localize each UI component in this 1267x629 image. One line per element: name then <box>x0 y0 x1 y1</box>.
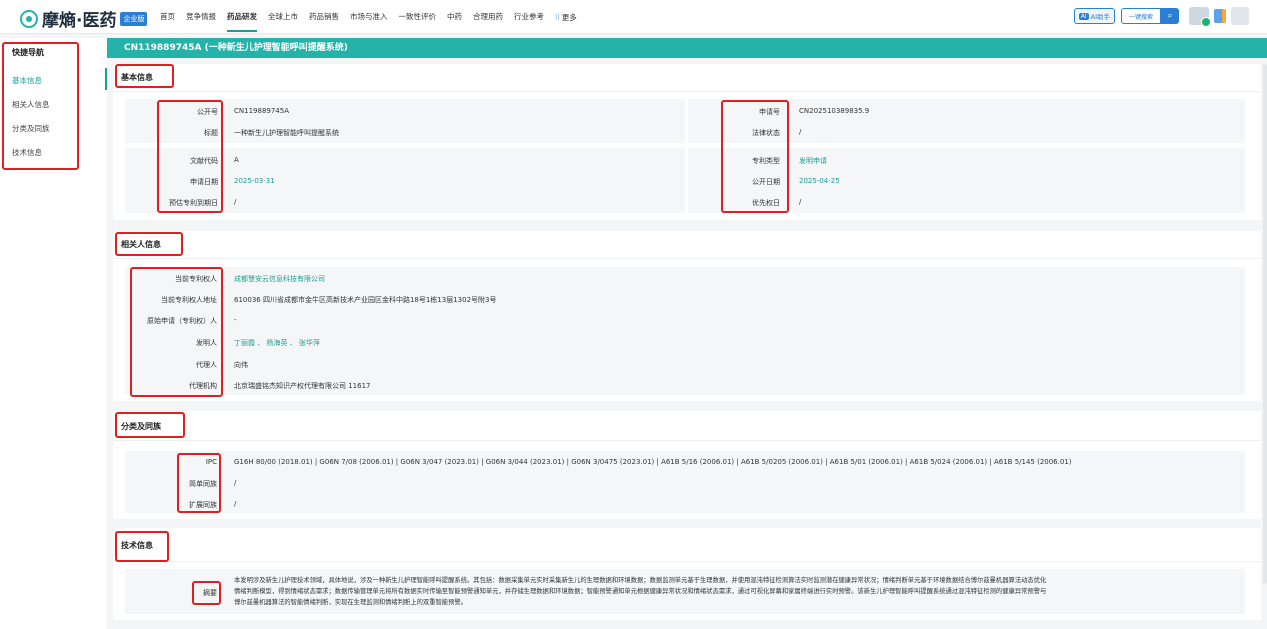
value-doc-code: A <box>234 156 239 164</box>
search-icon: ⌕ <box>1167 11 1173 21</box>
value-title: 一种新生儿护理智能呼叫提醒系统 <box>234 129 339 137</box>
ai-label: AI助手 <box>1090 13 1110 21</box>
nav-more[interactable]: ⁝⁝ 更多 <box>555 12 577 23</box>
top-bar: 摩熵·医药 企业版 首页 竞争情报 药品研发 全球上市 药品销售 市场与准入 一… <box>0 0 1267 34</box>
divider <box>113 440 1261 441</box>
section-heading-related: 相关人信息 <box>121 240 161 249</box>
edition-badge: 企业版 <box>120 11 148 26</box>
related-block <box>125 267 1245 395</box>
nav-item-rational[interactable]: 合理用药 <box>473 0 503 34</box>
sidebar-item-basic[interactable]: 基本信息 <box>12 75 42 86</box>
quick-nav-sidebar: 快捷导航 基本信息 相关人信息 分类及同族 技术信息 <box>0 38 107 629</box>
label-owner: 当前专利权人 <box>175 275 217 283</box>
scrollbar[interactable] <box>1263 64 1267 584</box>
value-inventors[interactable]: 丁丽霞 、 杨海英 、 张华萍 <box>234 338 320 348</box>
section-related: 相关人信息 当前专利权人 成都慧安云信息科技有限公司 当前专利权人地址 6100… <box>113 231 1261 401</box>
sidebar-item-classification[interactable]: 分类及同族 <box>12 123 50 134</box>
value-pub-date[interactable]: 2025-04-25 <box>799 177 840 185</box>
nav-item-consistency[interactable]: 一致性评价 <box>399 0 437 34</box>
value-apply-date[interactable]: 2025-03-31 <box>234 177 275 185</box>
sidebar-item-related[interactable]: 相关人信息 <box>12 99 50 110</box>
logo[interactable]: 摩熵·医药 企业版 <box>20 6 148 31</box>
quick-search-input[interactable]: 一键搜索 <box>1121 8 1161 24</box>
value-extended-family: / <box>234 500 237 508</box>
value-agent: 向伟 <box>234 361 248 369</box>
section-heading-basic: 基本信息 <box>121 73 153 82</box>
nav-item-rnd[interactable]: 药品研发 <box>227 0 257 34</box>
logo-icon <box>20 9 38 28</box>
nav-item-tcm[interactable]: 中药 <box>447 0 462 34</box>
divider <box>113 91 1261 92</box>
value-owner-address: 610036 四川省成都市金牛区高新技术产业园区金科中路18号1栋13层1302… <box>234 296 497 304</box>
grid-icon: ⁝⁝ <box>555 12 560 22</box>
value-expiry-date: / <box>234 198 237 206</box>
abstract-line-2: 情绪判断模型，得到情绪状态需求；数据传输管理单元将所有数据实时传输至智能预警通知… <box>234 588 1047 595</box>
label-pub-no: 公开号 <box>197 108 218 116</box>
top-actions: AI AI助手 一键搜索 ⌕ <box>1073 7 1249 27</box>
value-owner[interactable]: 成都慧安云信息科技有限公司 <box>234 274 325 284</box>
nav-item-home[interactable]: 首页 <box>160 0 175 34</box>
abstract-line-1: 本发明涉及新生儿护理技术领域，具体地说，涉及一种新生儿护理智能呼叫提醒系统。其包… <box>234 577 1047 584</box>
label-owner-address: 当前专利权人地址 <box>161 296 217 304</box>
value-simple-family: / <box>234 479 237 487</box>
value-pub-no: CN119889745A <box>234 107 289 115</box>
ai-assistant-button[interactable]: AI AI助手 <box>1073 8 1115 24</box>
active-indicator <box>105 68 107 90</box>
section-heading-classification: 分类及同族 <box>121 422 161 431</box>
value-patent-type[interactable]: 发明申请 <box>799 156 827 166</box>
search-button[interactable]: ⌕ <box>1161 8 1179 24</box>
divider <box>113 561 1261 562</box>
label-apply-date: 申请日期 <box>190 178 218 186</box>
value-agency: 北京瑞盛铭杰知识产权代理有限公司 11617 <box>234 382 371 390</box>
label-extended-family: 扩展同族 <box>189 501 217 509</box>
value-priority-date: / <box>799 198 802 206</box>
quick-nav-title: 快捷导航 <box>12 48 44 57</box>
nav-item-industry[interactable]: 行业参考 <box>514 0 544 34</box>
label-title: 标题 <box>204 129 218 137</box>
label-pub-date: 公开日期 <box>752 178 780 186</box>
abstract-line-3: 博尔兹曼机器算法的智能情绪判断，实现在生理监测和情绪判断上的双重智能预警。 <box>234 599 467 606</box>
section-tech: 技术信息 摘要 本发明涉及新生儿护理技术领域，具体地说，涉及一种新生儿护理智能呼… <box>113 528 1261 620</box>
nav-item-sales[interactable]: 药品销售 <box>309 0 339 34</box>
section-heading-tech: 技术信息 <box>121 541 153 550</box>
nav-item-intel[interactable]: 竞争情报 <box>186 0 216 34</box>
label-simple-family: 简单同族 <box>189 480 217 488</box>
message-icon[interactable] <box>1214 9 1226 23</box>
label-priority-date: 优先权日 <box>752 199 780 207</box>
label-legal-status: 法律状态 <box>752 129 780 137</box>
value-legal-status: / <box>799 128 802 136</box>
main-nav: 首页 竞争情报 药品研发 全球上市 药品销售 市场与准入 一致性评价 中药 合理… <box>160 0 577 34</box>
user-status-icon[interactable] <box>1189 7 1211 27</box>
nav-item-market[interactable]: 市场与准入 <box>350 0 388 34</box>
label-doc-code: 文献代码 <box>190 157 218 165</box>
section-classification: 分类及同族 IPC G16H 80/00 (2018.01) | G06N 7/… <box>113 411 1261 519</box>
nav-item-global[interactable]: 全球上市 <box>268 0 298 34</box>
divider <box>113 258 1261 259</box>
value-app-no: CN202510389835.9 <box>799 107 870 115</box>
label-original-applicant: 原始申请（专利权）人 <box>147 317 217 325</box>
label-ipc: IPC <box>205 458 217 466</box>
label-agency: 代理机构 <box>189 382 217 390</box>
avatar[interactable] <box>1231 7 1249 25</box>
sidebar-item-tech[interactable]: 技术信息 <box>12 147 42 158</box>
value-ipc: G16H 80/00 (2018.01) | G06N 7/08 (2006.0… <box>234 458 1072 466</box>
section-basic: 基本信息 公开号 CN119889745A 标题 一种新生儿护理智能呼叫提醒系统… <box>113 64 1261 220</box>
nav-more-label: 更多 <box>561 12 577 22</box>
ai-icon: AI <box>1078 12 1089 20</box>
label-app-no: 申请号 <box>759 108 780 116</box>
logo-text: 摩熵·医药 <box>42 11 117 31</box>
label-expiry-date: 预估专利到期日 <box>169 199 218 207</box>
label-abstract: 摘要 <box>203 589 217 597</box>
label-inventors: 发明人 <box>196 339 217 347</box>
label-agent: 代理人 <box>196 361 217 369</box>
value-original-applicant: - <box>234 316 237 324</box>
label-patent-type: 专利类型 <box>752 157 780 165</box>
page-title: CN119889745A (一种新生儿护理智能呼叫提醒系统) <box>107 38 1267 58</box>
